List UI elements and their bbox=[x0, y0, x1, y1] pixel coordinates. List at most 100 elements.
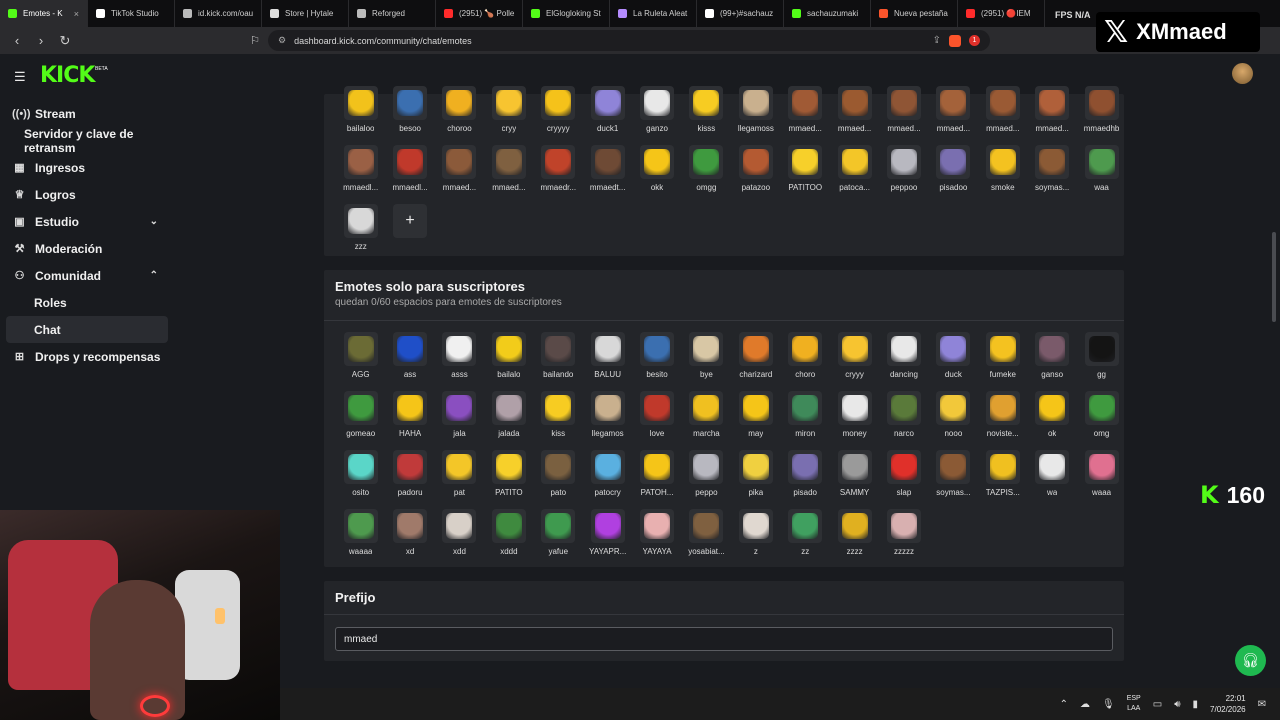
emote-tile[interactable] bbox=[985, 145, 1020, 179]
emote-tile[interactable] bbox=[541, 450, 576, 484]
sidebar-item-stream[interactable]: ((•)) Stream bbox=[0, 100, 170, 127]
emote-tile[interactable] bbox=[738, 450, 773, 484]
chevron-up-icon[interactable]: ⌃ bbox=[1060, 699, 1068, 710]
emote-item[interactable]: besoo bbox=[385, 86, 434, 145]
emote-item[interactable]: jala bbox=[435, 391, 484, 450]
emote-item[interactable]: HAHA bbox=[385, 391, 434, 450]
emote-tile[interactable] bbox=[689, 450, 724, 484]
emote-tile[interactable] bbox=[1084, 332, 1119, 366]
emote-tile[interactable] bbox=[837, 509, 872, 543]
emote-item[interactable]: mmaed... bbox=[781, 86, 830, 145]
emote-item[interactable]: PATITO bbox=[484, 450, 533, 509]
emote-item[interactable]: osito bbox=[336, 450, 385, 509]
emote-tile[interactable] bbox=[590, 450, 625, 484]
emote-item[interactable]: PATITOO bbox=[781, 145, 830, 204]
kick-logo[interactable]: KICK bbox=[40, 63, 95, 88]
input-language[interactable]: ESP LAA bbox=[1127, 694, 1141, 714]
brave-shield-icon[interactable] bbox=[949, 34, 961, 47]
emote-item[interactable]: xd bbox=[385, 509, 434, 568]
emote-item[interactable]: fumeke bbox=[978, 332, 1027, 391]
emote-tile[interactable] bbox=[393, 450, 428, 484]
emote-item[interactable]: z bbox=[731, 509, 780, 568]
emote-tile[interactable] bbox=[541, 86, 576, 120]
emote-tile[interactable] bbox=[738, 86, 773, 120]
emote-item[interactable]: mmaedr... bbox=[534, 145, 583, 204]
network-icon[interactable]: ▭ bbox=[1153, 699, 1162, 710]
emote-tile[interactable] bbox=[590, 332, 625, 366]
browser-tab[interactable]: (2951) 🔴IEM bbox=[958, 0, 1045, 27]
emote-item[interactable]: kiss bbox=[534, 391, 583, 450]
emote-tile[interactable] bbox=[442, 332, 477, 366]
emote-item[interactable]: charizard bbox=[731, 332, 780, 391]
emote-item[interactable]: peppoo bbox=[879, 145, 928, 204]
emote-item[interactable]: bye bbox=[682, 332, 731, 391]
volume-icon[interactable]: 🔊︎ bbox=[1174, 699, 1180, 710]
emote-tile[interactable] bbox=[886, 332, 921, 366]
emote-tile[interactable] bbox=[1035, 391, 1070, 425]
emote-item[interactable]: omg bbox=[1077, 391, 1126, 450]
emote-tile[interactable] bbox=[640, 509, 675, 543]
emote-item[interactable]: YAYAYA bbox=[632, 509, 681, 568]
emote-item[interactable]: mmaed... bbox=[879, 86, 928, 145]
emote-tile[interactable] bbox=[837, 86, 872, 120]
emote-tile[interactable] bbox=[393, 332, 428, 366]
emote-tile[interactable] bbox=[1035, 86, 1070, 120]
emote-item[interactable]: dancing bbox=[879, 332, 928, 391]
emote-item[interactable]: zzzzz bbox=[879, 509, 928, 568]
emote-tile[interactable] bbox=[886, 450, 921, 484]
battery-icon[interactable]: ▮ bbox=[1193, 699, 1199, 710]
emote-tile[interactable] bbox=[985, 86, 1020, 120]
emote-tile[interactable] bbox=[788, 450, 823, 484]
emote-tile[interactable] bbox=[985, 391, 1020, 425]
sidebar-item-moderacion[interactable]: ⚒ Moderación bbox=[0, 235, 170, 262]
emote-item[interactable]: choroo bbox=[435, 86, 484, 145]
emote-tile[interactable] bbox=[640, 391, 675, 425]
emote-item[interactable]: ok bbox=[1027, 391, 1076, 450]
emote-tile[interactable] bbox=[788, 145, 823, 179]
emote-item[interactable]: bailaloo bbox=[336, 86, 385, 145]
emote-tile[interactable] bbox=[640, 332, 675, 366]
emote-tile[interactable] bbox=[491, 450, 526, 484]
emote-item[interactable]: nooo bbox=[929, 391, 978, 450]
sidebar-item-roles[interactable]: Roles bbox=[0, 289, 170, 316]
emote-tile[interactable] bbox=[541, 145, 576, 179]
emote-item[interactable]: llegamos bbox=[583, 391, 632, 450]
emote-tile[interactable] bbox=[442, 391, 477, 425]
sidebar-item-comunidad[interactable]: ⚇ Comunidad ⌃ bbox=[0, 262, 170, 289]
emote-tile[interactable] bbox=[1084, 145, 1119, 179]
notifications-icon[interactable]: ✉ bbox=[1258, 699, 1266, 710]
emote-item[interactable]: TAZPIS... bbox=[978, 450, 1027, 509]
emote-tile[interactable] bbox=[788, 332, 823, 366]
emote-item[interactable]: waaa bbox=[1077, 450, 1126, 509]
emote-item[interactable]: okk bbox=[632, 145, 681, 204]
sidebar-item-ingresos[interactable]: ▦ Ingresos bbox=[0, 154, 170, 181]
emote-item[interactable]: zzz bbox=[336, 204, 385, 263]
browser-tab[interactable]: id.kick.com/oau bbox=[175, 0, 262, 27]
browser-tab[interactable]: TikTok Studio bbox=[88, 0, 175, 27]
emote-tile[interactable] bbox=[936, 391, 971, 425]
emote-item[interactable]: duck1 bbox=[583, 86, 632, 145]
reload-icon[interactable]: ↻ bbox=[58, 33, 72, 49]
page-scrollbar[interactable] bbox=[1271, 94, 1276, 684]
sidebar-item-logros[interactable]: ♕ Logros bbox=[0, 181, 170, 208]
browser-tab[interactable]: ElGlogloking St bbox=[523, 0, 610, 27]
emote-item[interactable]: kisss bbox=[682, 86, 731, 145]
emote-item[interactable]: patazoo bbox=[731, 145, 780, 204]
emote-item[interactable]: gg bbox=[1077, 332, 1126, 391]
emote-tile[interactable] bbox=[788, 391, 823, 425]
emote-tile[interactable] bbox=[689, 391, 724, 425]
emote-item[interactable]: pika bbox=[731, 450, 780, 509]
emote-tile[interactable] bbox=[541, 332, 576, 366]
emote-item[interactable]: AGG bbox=[336, 332, 385, 391]
prefix-input[interactable]: mmaed bbox=[335, 627, 1113, 651]
site-info-icon[interactable]: ⚙ bbox=[278, 35, 286, 46]
close-tab-icon[interactable]: × bbox=[74, 9, 79, 19]
microphone-icon[interactable]: 🎙︎ bbox=[1102, 699, 1115, 710]
help-chat-button[interactable]: 🎧︎ bbox=[1235, 645, 1266, 676]
system-clock[interactable]: 22:01 7/02/2026 bbox=[1210, 693, 1246, 715]
emote-item[interactable]: slap bbox=[879, 450, 928, 509]
emote-tile[interactable] bbox=[886, 391, 921, 425]
emote-item[interactable]: mmaed... bbox=[830, 86, 879, 145]
emote-tile[interactable] bbox=[491, 145, 526, 179]
emote-tile[interactable] bbox=[1035, 145, 1070, 179]
